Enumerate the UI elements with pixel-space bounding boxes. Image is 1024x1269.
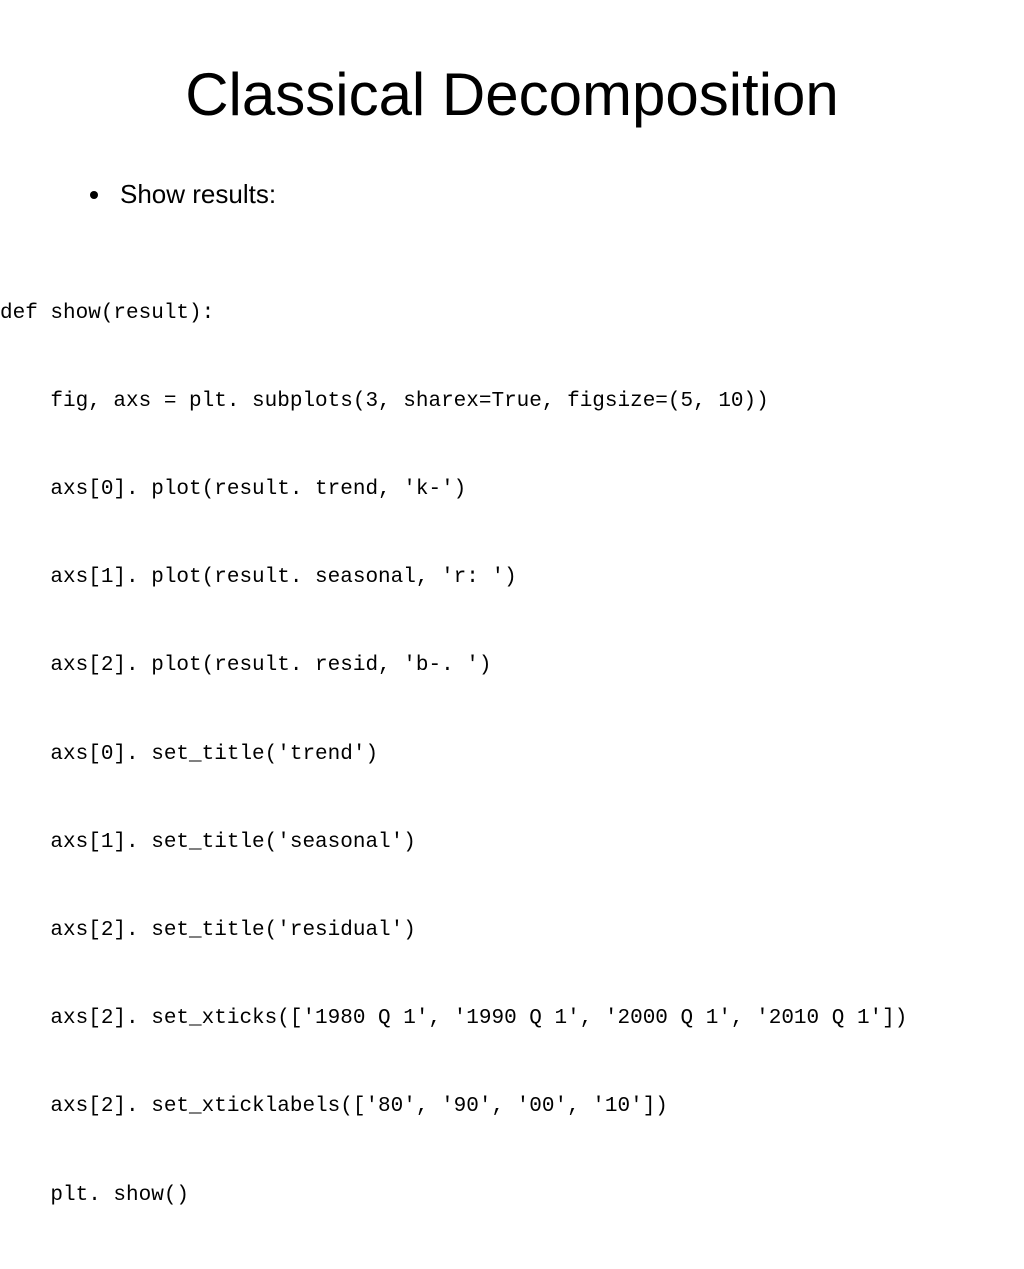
code-line: axs[2]. set_xticks(['1980 Q 1', '1990 Q … bbox=[0, 1004, 1024, 1033]
code-line: axs[1]. set_title('seasonal') bbox=[0, 828, 1024, 857]
code-line: plt. show() bbox=[0, 1181, 1024, 1210]
slide: Classical Decomposition Show results: de… bbox=[0, 0, 1024, 768]
code-line: axs[1]. plot(result. seasonal, 'r: ') bbox=[0, 563, 1024, 592]
code-block: def show(result): fig, axs = plt. subplo… bbox=[0, 240, 1024, 1269]
code-line: axs[2]. plot(result. resid, 'b-. ') bbox=[0, 651, 1024, 680]
code-line: axs[2]. set_xticklabels(['80', '90', '00… bbox=[0, 1092, 1024, 1121]
code-line: axs[0]. set_title('trend') bbox=[0, 740, 1024, 769]
code-line: def show(result): bbox=[0, 299, 1024, 328]
code-line: axs[0]. plot(result. trend, 'k-') bbox=[0, 475, 1024, 504]
bullet-dot-icon bbox=[90, 191, 98, 199]
bullet-text: Show results: bbox=[120, 179, 276, 210]
bullet-item: Show results: bbox=[90, 179, 1024, 210]
slide-title: Classical Decomposition bbox=[0, 60, 1024, 129]
code-line: fig, axs = plt. subplots(3, sharex=True,… bbox=[0, 387, 1024, 416]
code-line: axs[2]. set_title('residual') bbox=[0, 916, 1024, 945]
